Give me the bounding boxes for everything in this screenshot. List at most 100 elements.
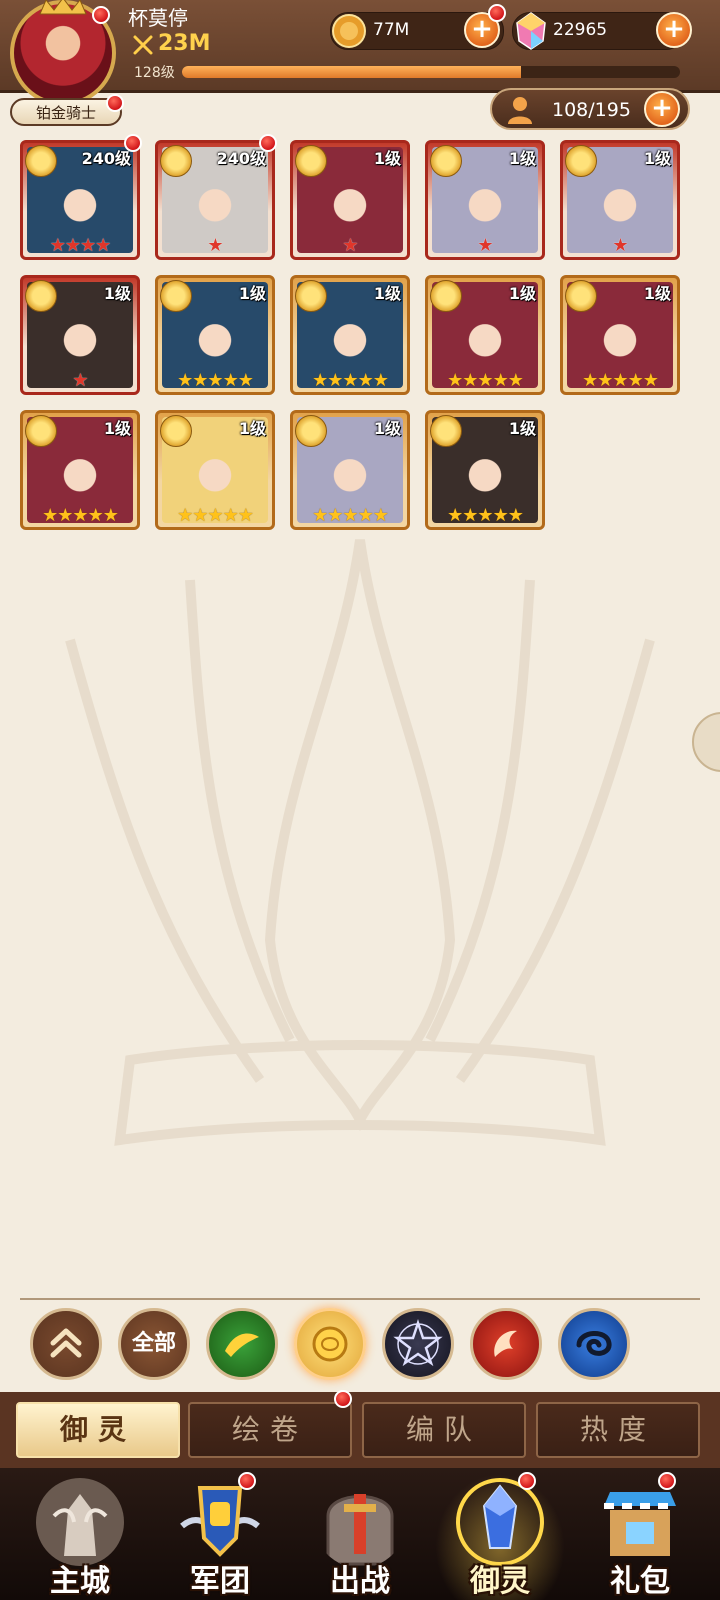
nav-main-city[interactable]: 主城 — [10, 1468, 150, 1600]
combat-power-value: 23M — [158, 31, 211, 56]
hero-level: 240级 — [81, 149, 131, 168]
hero-level: 1级 — [508, 419, 536, 438]
hero-card[interactable]: 1级 ★★★★★ — [290, 275, 410, 395]
gem-amount: 22965 — [553, 20, 608, 40]
experience-bar — [182, 66, 680, 78]
nav-gift-pack[interactable]: 礼包 — [570, 1468, 710, 1600]
crystal-gem-icon — [516, 12, 546, 50]
rank-alert-dot — [106, 94, 124, 112]
gold-amount: 77M — [373, 20, 410, 40]
gold-alert-dot — [488, 4, 506, 22]
chevron-double-up-icon — [50, 1328, 82, 1358]
legion-alert-dot — [238, 1472, 256, 1490]
hero-card[interactable]: 1级 ★★★★★ — [20, 410, 140, 530]
dark-star-element-icon — [393, 1319, 443, 1367]
legion-fist-shield-icon — [180, 1486, 260, 1557]
hero-stars: ★★★★ — [49, 235, 112, 256]
divider — [20, 1298, 700, 1300]
player-name: 杯莫停 — [128, 6, 188, 30]
player-avatar-frame[interactable]: 铂金骑士 — [4, 0, 126, 126]
hero-stars: ★★★★★ — [177, 505, 254, 526]
hero-level: 1级 — [643, 149, 671, 168]
player-level-label: 128级 — [134, 65, 175, 81]
codex-alert-dot — [334, 1390, 352, 1408]
hero-stars: ★ — [207, 235, 223, 256]
hero-card[interactable]: 240级 ★ — [155, 140, 275, 260]
hero-stars: ★★★★★ — [447, 370, 524, 391]
hero-capacity-display: 108/195 + — [490, 88, 690, 130]
rose-element-icon — [430, 280, 462, 312]
rose-element-icon — [25, 280, 57, 312]
hero-card[interactable]: 1级 ★★★★★ — [425, 275, 545, 395]
side-expand-arrow[interactable] — [692, 712, 720, 772]
gold-coin-icon — [332, 14, 366, 48]
nav-spirits[interactable]: 御灵 — [430, 1468, 570, 1600]
hero-card[interactable]: 240级 ★★★★ — [20, 140, 140, 260]
hero-level: 1级 — [103, 284, 131, 303]
hero-level: 1级 — [373, 419, 401, 438]
expand-capacity-button[interactable]: + — [644, 91, 680, 127]
crossed-swords-icon — [133, 35, 153, 55]
hero-alert-dot — [124, 134, 142, 152]
nav-battle[interactable]: 出战 — [290, 1468, 430, 1600]
rose-element-icon — [160, 145, 192, 177]
rose-element-icon — [295, 415, 327, 447]
hero-card[interactable]: 1级 ★★★★★ — [290, 410, 410, 530]
gift-alert-dot — [658, 1472, 676, 1490]
filter-water-button[interactable] — [558, 1308, 630, 1380]
hero-card[interactable]: 1级 ★ — [20, 275, 140, 395]
crown-icon — [39, 0, 87, 15]
rose-element-icon — [565, 280, 597, 312]
nav-legion[interactable]: 军团 — [150, 1468, 290, 1600]
filter-all-button[interactable]: 全部 — [118, 1308, 190, 1380]
hero-level: 1级 — [508, 149, 536, 168]
spirit-crystal-icon — [456, 1478, 544, 1566]
hero-card[interactable]: 1级 ★ — [290, 140, 410, 260]
rose-element-icon — [160, 415, 192, 447]
rose-element-icon — [25, 415, 57, 447]
tab-formation[interactable]: 编队 — [362, 1402, 526, 1458]
add-gems-button[interactable]: + — [656, 12, 692, 48]
tab-popularity[interactable]: 热度 — [536, 1402, 700, 1458]
filter-nature-button[interactable] — [206, 1308, 278, 1380]
nav-label: 主城 — [50, 1564, 110, 1599]
hero-stars: ★★★★★ — [582, 370, 659, 391]
hero-level: 1级 — [238, 419, 266, 438]
hero-stars: ★ — [477, 235, 493, 256]
bottom-navigation: 主城 军团 出战 御灵 礼包 — [0, 1468, 720, 1600]
water-swirl-element-icon — [576, 1331, 612, 1356]
battle-sword-gate-icon — [326, 1494, 394, 1566]
rose-element-icon — [430, 415, 462, 447]
hero-card[interactable]: 1级 ★ — [425, 140, 545, 260]
filter-rose-button[interactable] — [294, 1308, 366, 1380]
hero-level: 1级 — [373, 284, 401, 303]
nav-label: 礼包 — [610, 1564, 670, 1599]
background-emblem-watermark — [65, 539, 655, 1146]
rose-element-icon — [430, 145, 462, 177]
hero-capacity-value: 108/195 — [552, 99, 631, 121]
hero-stars: ★ — [72, 370, 88, 391]
sub-tab-bar: 御灵 绘卷 编队 热度 — [0, 1390, 720, 1468]
hero-card[interactable]: 1级 ★★★★★ — [425, 410, 545, 530]
rose-element-icon — [160, 280, 192, 312]
tab-codex[interactable]: 绘卷 — [188, 1402, 352, 1458]
hero-card[interactable]: 1级 ★★★★★ — [155, 410, 275, 530]
hero-card[interactable]: 1级 ★★★★★ — [560, 275, 680, 395]
nav-label: 军团 — [190, 1564, 250, 1599]
gift-shop-icon — [604, 1492, 676, 1556]
hero-level: 240级 — [216, 149, 266, 168]
collapse-filter-button[interactable] — [30, 1308, 102, 1380]
hero-stars: ★★★★★ — [312, 370, 389, 391]
tab-spirits[interactable]: 御灵 — [16, 1402, 180, 1458]
rose-element-icon — [295, 280, 327, 312]
nav-label: 御灵 — [470, 1564, 530, 1599]
rose-element-icon — [295, 145, 327, 177]
hero-level: 1级 — [103, 419, 131, 438]
filter-dark-button[interactable] — [382, 1308, 454, 1380]
hero-card[interactable]: 1级 ★★★★★ — [155, 275, 275, 395]
hero-card[interactable]: 1级 ★ — [560, 140, 680, 260]
filter-fire-button[interactable] — [470, 1308, 542, 1380]
castle-statue-icon — [36, 1478, 124, 1566]
rose-element-icon — [25, 145, 57, 177]
avatar-alert-dot — [92, 6, 110, 24]
